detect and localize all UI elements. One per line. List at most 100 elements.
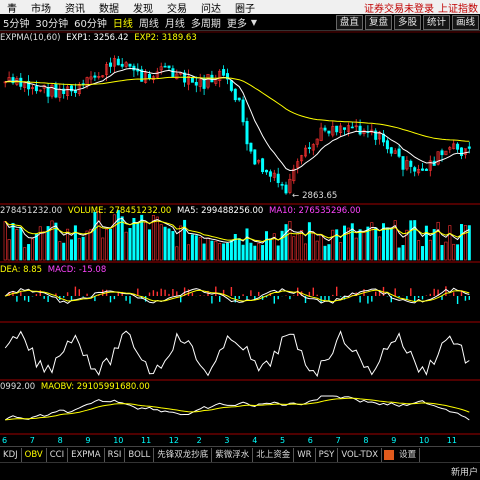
volume-bar [30,238,34,261]
x-axis-label: 3 [224,436,230,445]
volume-bar [23,247,27,261]
volume-bar [237,238,241,261]
volume-bar [218,243,222,261]
candle-body [413,167,417,172]
volume-bar [7,239,11,261]
volume-bar [417,240,421,261]
candle-body [171,68,175,78]
x-axis-label: 10 [419,436,430,445]
x-axis-label: 6 [307,436,313,445]
volume-bar [268,238,272,261]
volume-bar [206,237,210,261]
x-axis-label: 11 [446,436,457,445]
x-axis-label: 5 [280,436,286,445]
candle-body [342,127,346,130]
candle-body [268,171,272,177]
volume-bar [11,222,15,261]
volume-bar [175,246,179,261]
indicator-tab-bar: KDJ OBV CCI EXPMA RSI BOLL 先锋双龙抄底 紫微浮水 北… [0,446,480,462]
candle-body [389,147,393,154]
volume-bar [378,236,382,261]
volume-bar [385,227,389,261]
volume-bar [311,232,315,261]
exp2-value: EXP2: 3189.63 [134,33,197,43]
x-axis-label: 8 [363,436,369,445]
volume-bar [331,229,335,261]
volume-bar [112,214,116,261]
volume-bar [132,217,136,261]
indicator-tab-ziwei[interactable]: 紫微浮水 [212,447,254,462]
macd-legend: DEA: 8.85 MACD: -15.08 [0,265,109,276]
volume-bar [15,229,19,261]
candle-body [261,158,265,173]
volume-bar [19,227,23,261]
indicator-tab-cci[interactable]: CCI [47,447,69,462]
volume-bar [303,243,307,261]
indicator-tab-settings[interactable]: 设置 [396,447,421,462]
candle-body [34,85,38,92]
volume-prefix: 278451232.00 [0,206,63,216]
candle-body [249,142,253,152]
volume-bar [116,210,120,261]
maobv-value[interactable]: MAOBV: 29105991680.00 [41,382,150,392]
maobv-line [5,397,470,421]
candle-body [190,77,194,83]
volume-bar [339,242,343,261]
x-axis-label: 12 [168,436,179,445]
volume-bar [155,216,159,261]
indicator-tab-vol-tdx[interactable]: VOL-TDX [338,447,383,462]
candle-body [307,147,311,149]
candle-body [358,125,362,135]
indicator-tab-rsi[interactable]: RSI [105,447,126,462]
chart-canvas[interactable] [0,0,480,480]
indicator-tab-boll[interactable]: BOLL [125,447,155,462]
volume-bar [459,224,463,261]
candle-body [385,140,389,150]
indicator-tab-obv[interactable]: OBV [22,447,47,462]
volume-bar [323,245,327,261]
candle-body [148,73,152,79]
volume-bar [444,241,448,261]
volume-bar [397,247,401,261]
main-indicator-name[interactable]: EXPMA(10,60) [0,33,60,43]
volume-bar [342,225,346,261]
new-user-link[interactable]: 新用户 [451,465,478,478]
x-axis-label: 10 [113,436,124,445]
volume-bar [97,211,101,261]
volume-value[interactable]: VOLUME: 278451232.00 [68,206,171,216]
indicator-tab-pioneer[interactable]: 先锋双龙抄底 [154,447,213,462]
x-axis-label: 8 [57,436,63,445]
indicator-tab-kdj[interactable]: KDJ [0,447,22,462]
volume-bar [167,228,171,261]
candle-body [323,127,327,131]
settings-logo-icon[interactable] [384,449,395,460]
candle-body [241,99,245,123]
macd-value[interactable]: MACD: -15.08 [48,265,106,275]
candle-body [420,168,424,171]
volume-bar [452,243,456,261]
obv-line [4,395,470,421]
volume-bar [190,234,194,261]
indicator-tab-wr[interactable]: WR [294,447,316,462]
volume-bar [315,240,319,261]
volume-bar [62,242,66,261]
volume-bar [89,228,93,261]
volume-bar [124,231,128,261]
candle-body [276,173,280,183]
x-axis-label: 9 [391,436,397,445]
indicator-tab-expma[interactable]: EXPMA [68,447,105,462]
candle-body [54,83,58,98]
x-axis-label: 2 [196,436,202,445]
candle-body [401,156,405,170]
indicator-tab-psy[interactable]: PSY [316,447,339,462]
volume-bar [198,237,202,261]
indicator-tab-northbound[interactable]: 北上资金 [253,447,295,462]
volume-bar [85,230,89,261]
volume-bar [42,231,46,261]
volume-bar [292,236,296,261]
volume-bar [241,244,245,261]
volume-bar [222,243,226,261]
candle-body [397,148,401,157]
volume-bar [327,244,331,261]
volume-bar [128,228,132,261]
